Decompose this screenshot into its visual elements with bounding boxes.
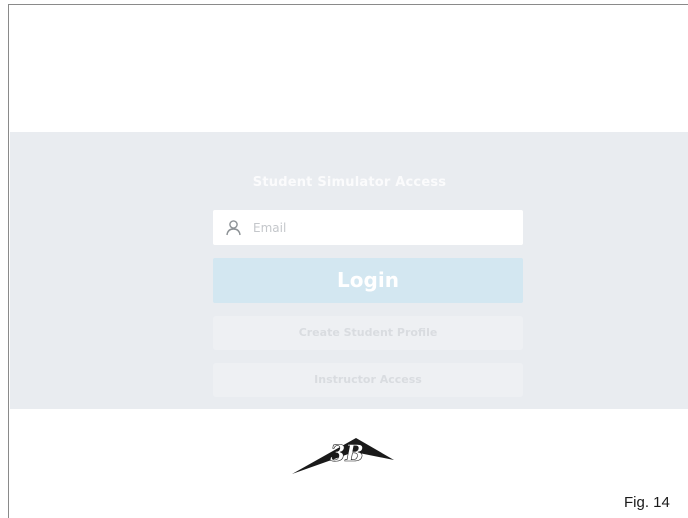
logo-text: 3B bbox=[330, 441, 364, 467]
figure-caption: Fig. 14 bbox=[624, 494, 670, 511]
3b-logo-icon: 3B bbox=[290, 430, 400, 476]
login-button[interactable]: Login bbox=[213, 258, 523, 303]
user-icon bbox=[225, 219, 242, 236]
create-student-profile-button[interactable]: Create Student Profile bbox=[213, 316, 523, 350]
login-panel: Student Simulator Access Login Create St… bbox=[10, 132, 688, 409]
panel-title: Student Simulator Access bbox=[252, 175, 447, 190]
email-field[interactable] bbox=[213, 210, 523, 245]
instructor-access-button[interactable]: Instructor Access bbox=[213, 363, 523, 397]
email-input[interactable] bbox=[253, 210, 513, 245]
